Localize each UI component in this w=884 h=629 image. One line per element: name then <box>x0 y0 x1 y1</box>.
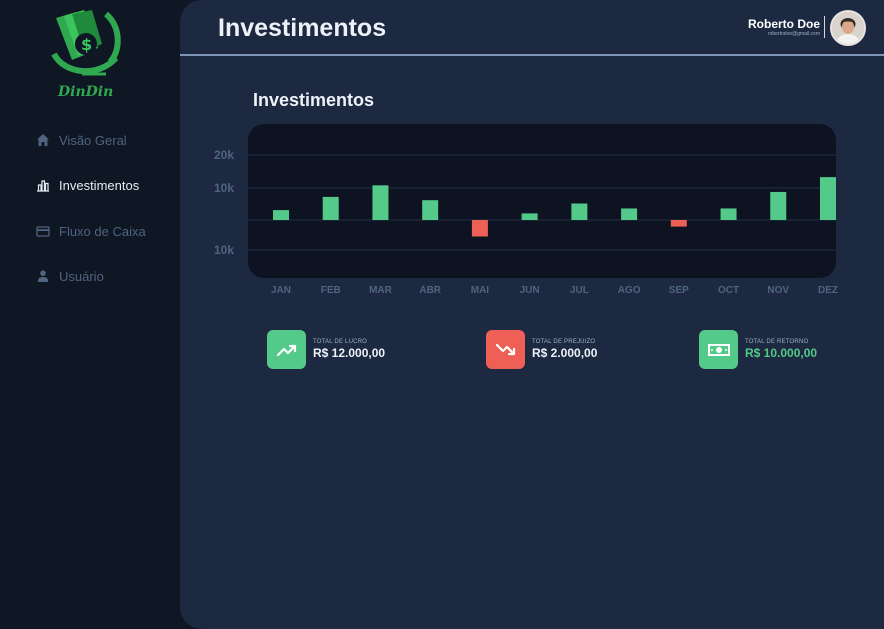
chart-bar <box>273 210 289 220</box>
x-tick-label: SEP <box>669 285 689 296</box>
chart-bar <box>720 208 737 220</box>
chart-bar <box>670 220 687 227</box>
y-tick-label: 20k <box>214 148 234 162</box>
cash-icon <box>699 330 738 369</box>
chart-bar <box>322 196 339 220</box>
user-email: robertodoe@gmail.com <box>767 31 820 37</box>
dindin-logo[interactable]: $ <box>48 8 124 80</box>
y-tick-label: 10k <box>214 243 234 257</box>
sidebar-item-fluxo-de-caixa[interactable]: Fluxo de Caixa <box>36 221 146 241</box>
x-tick-label: FEB <box>321 285 341 296</box>
stat-value: R$ 2.000,00 <box>532 346 598 360</box>
stat-value: R$ 10.000,00 <box>745 346 818 360</box>
investments-bar-chart: 20k 10k 10k JAN FEB MAR ABR MAI JUN JUL AGO SEP OCT N… <box>214 148 838 296</box>
sidebar-item-label: Investimentos <box>59 177 140 193</box>
page-title: Investimentos <box>218 14 387 42</box>
stat-label: TOTAL DE LUCRO <box>313 339 368 345</box>
brand-name: DinDin <box>58 84 114 100</box>
sidebar-item-visao-geral[interactable]: Visão Geral <box>36 130 127 150</box>
home-icon <box>36 133 50 147</box>
trending-down-icon <box>486 330 525 369</box>
y-tick-label: 10k <box>214 181 234 195</box>
x-tick-label: ABR <box>419 285 441 296</box>
x-tick-label: JUL <box>570 285 589 296</box>
x-tick-label: NOV <box>767 285 789 296</box>
sidebar-item-label: Visão Geral <box>59 132 127 148</box>
x-tick-label: JUN <box>520 285 540 296</box>
sidebar-item-usuario[interactable]: Usuário <box>36 266 104 286</box>
stat-total-prejuizo: TOTAL DE PREJUIZO R$ 2.000,00 <box>486 330 597 369</box>
user-icon <box>36 269 50 283</box>
chart-bar <box>372 185 389 220</box>
header-divider <box>824 16 825 38</box>
x-tick-label: JAN <box>271 285 291 296</box>
chart-bar <box>422 200 439 220</box>
chart-bar <box>471 220 488 237</box>
header-bar: Investimentos Roberto Doe robertodoe@gma… <box>180 0 884 56</box>
chart-bar <box>621 208 638 220</box>
section-title: Investimentos <box>253 90 375 110</box>
sidebar: $ DinDin Visão Geral Investimentos Fluxo… <box>0 0 180 629</box>
stat-label: TOTAL DE PREJUIZO <box>532 339 596 345</box>
x-tick-label: MAR <box>369 285 393 296</box>
chart-bar <box>521 213 538 220</box>
sidebar-item-label: Usuário <box>59 268 104 284</box>
stat-value: R$ 12.000,00 <box>313 346 386 360</box>
trending-up-icon <box>267 330 306 369</box>
chart-bar <box>770 191 787 220</box>
stat-label: TOTAL DE RETORNO <box>745 339 809 345</box>
sidebar-item-label: Fluxo de Caixa <box>59 223 146 239</box>
avatar[interactable] <box>830 10 866 46</box>
svg-text:$: $ <box>81 35 92 54</box>
x-tick-label: OCT <box>718 285 739 296</box>
chart-bar <box>820 177 836 220</box>
chart-bar <box>571 203 588 220</box>
stat-total-retorno: TOTAL DE RETORNO R$ 10.000,00 <box>699 330 817 369</box>
user-name: Roberto Doe <box>748 17 820 31</box>
main-panel: Investimentos Roberto Doe robertodoe@gma… <box>180 0 884 629</box>
credit-card-icon <box>36 224 50 238</box>
x-tick-label: AGO <box>618 285 641 296</box>
x-tick-label: MAI <box>471 285 490 296</box>
x-tick-label: DEZ <box>818 285 838 296</box>
bar-chart-icon <box>36 178 50 192</box>
stat-total-lucro: TOTAL DE LUCRO R$ 12.000,00 <box>267 330 385 369</box>
sidebar-item-investimentos[interactable]: Investimentos <box>36 175 139 195</box>
